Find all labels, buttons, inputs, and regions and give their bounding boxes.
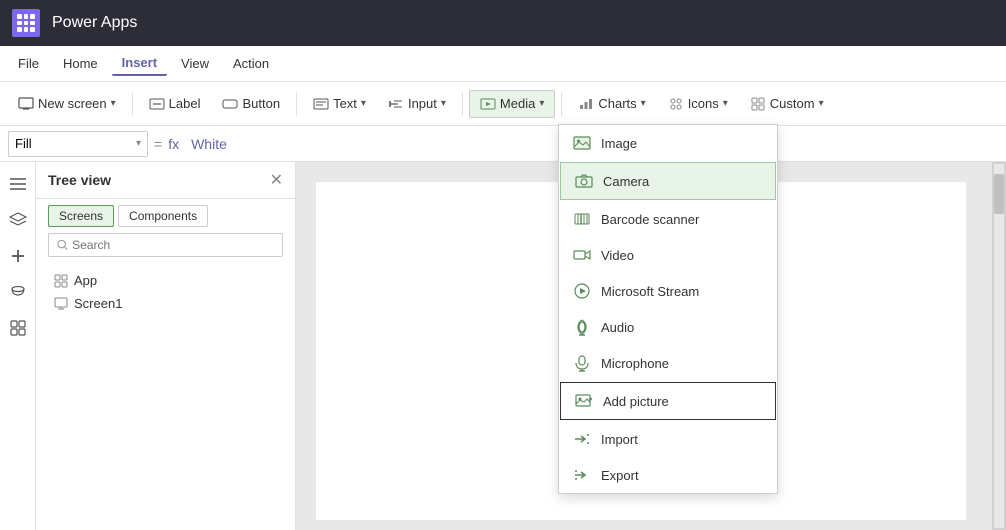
dropdown-item-barcode[interactable]: Barcode scanner [559, 201, 777, 237]
custom-button[interactable]: Custom ▾ [740, 91, 834, 117]
add-icon[interactable] [4, 242, 32, 270]
tree-close-button[interactable]: ✕ [270, 170, 283, 190]
media-chevron: ▾ [539, 98, 544, 109]
dropdown-item-export[interactable]: Export [559, 457, 777, 493]
dropdown-item-camera[interactable]: Camera [560, 162, 776, 200]
main-area: Tree view ✕ Screens Components App [0, 162, 1006, 530]
formula-bar: Fill ▾ = fx White [0, 126, 1006, 162]
separator-4 [561, 92, 562, 116]
custom-icon [750, 96, 766, 112]
barcode-icon [573, 210, 591, 228]
button-button[interactable]: Button [212, 91, 290, 117]
menu-view[interactable]: View [171, 52, 219, 75]
left-sidebar [0, 162, 36, 530]
dropdown-item-import[interactable]: Import [559, 421, 777, 457]
property-dropdown[interactable]: Fill ▾ [8, 131, 148, 157]
charts-icon [578, 96, 594, 112]
import-icon [573, 430, 591, 448]
app-icon [54, 274, 68, 288]
dropdown-item-add-picture[interactable]: Add picture [560, 382, 776, 420]
new-screen-button[interactable]: New screen ▾ [8, 91, 126, 117]
tree-header: Tree view ✕ [36, 162, 295, 199]
hamburger-icon[interactable] [4, 170, 32, 198]
property-chevron: ▾ [136, 138, 141, 149]
audio-icon [573, 318, 591, 336]
icons-icon [668, 96, 684, 112]
media-icon [480, 96, 496, 112]
tree-panel: Tree view ✕ Screens Components App [36, 162, 296, 530]
tree-item-screen1[interactable]: Screen1 [48, 292, 283, 315]
separator-3 [462, 92, 463, 116]
microphone-icon [573, 354, 591, 372]
image-icon [573, 134, 591, 152]
dropdown-item-stream[interactable]: Microsoft Stream [559, 273, 777, 309]
formula-value[interactable]: White [191, 136, 227, 152]
screen-icon [54, 297, 68, 311]
add-picture-icon [575, 392, 593, 410]
text-icon [313, 96, 329, 112]
tab-components[interactable]: Components [118, 205, 208, 227]
menu-home[interactable]: Home [53, 52, 108, 75]
icons-button[interactable]: Icons ▾ [658, 91, 738, 117]
text-chevron: ▾ [361, 98, 366, 109]
menu-action[interactable]: Action [223, 52, 279, 75]
search-input[interactable] [72, 238, 274, 252]
equals-sign: = [154, 136, 162, 152]
toolbar: New screen ▾ Label Button Text ▾ [0, 82, 1006, 126]
label-icon [149, 96, 165, 112]
menu-insert[interactable]: Insert [112, 51, 167, 76]
tree-items: App Screen1 [36, 265, 295, 319]
dropdown-item-video[interactable]: Video [559, 237, 777, 273]
export-icon [573, 466, 591, 484]
input-button[interactable]: Input ▾ [378, 91, 456, 117]
input-icon [388, 96, 404, 112]
title-bar: Power Apps [0, 0, 1006, 46]
camera-icon [575, 172, 593, 190]
dropdown-item-audio[interactable]: Audio [559, 309, 777, 345]
charts-button[interactable]: Charts ▾ [568, 91, 655, 117]
video-icon [573, 246, 591, 264]
dropdown-item-microphone[interactable]: Microphone [559, 345, 777, 381]
input-chevron: ▾ [441, 98, 446, 109]
media-button[interactable]: Media ▾ [469, 90, 555, 118]
new-screen-chevron: ▾ [111, 98, 116, 109]
media-dropdown: Image Camera [558, 124, 778, 494]
separator-1 [132, 92, 133, 116]
app-title: Power Apps [52, 14, 137, 32]
data-icon[interactable] [4, 278, 32, 306]
tree-item-app[interactable]: App [48, 269, 283, 292]
menu-bar: File Home Insert View Action [0, 46, 1006, 82]
dropdown-item-image[interactable]: Image [559, 125, 777, 161]
components-icon[interactable] [4, 314, 32, 342]
new-screen-icon [18, 96, 34, 112]
custom-chevron: ▾ [819, 98, 824, 109]
icons-chevron: ▾ [723, 98, 728, 109]
text-button[interactable]: Text ▾ [303, 91, 376, 117]
waffle-icon[interactable] [12, 9, 40, 37]
tree-tabs: Screens Components [36, 199, 295, 233]
scrollbar-thumb[interactable] [994, 174, 1004, 214]
layers-icon[interactable] [4, 206, 32, 234]
label-button[interactable]: Label [139, 91, 211, 117]
right-scrollbar[interactable] [992, 162, 1006, 530]
button-icon [222, 96, 238, 112]
fx-button[interactable]: fx [168, 136, 179, 152]
tree-search-container [48, 233, 283, 257]
tab-screens[interactable]: Screens [48, 205, 114, 227]
tree-title: Tree view [48, 172, 111, 188]
charts-chevron: ▾ [641, 98, 646, 109]
search-icon [57, 239, 68, 251]
menu-file[interactable]: File [8, 52, 49, 75]
separator-2 [296, 92, 297, 116]
stream-icon [573, 282, 591, 300]
scrollbar-track[interactable] [994, 164, 1004, 528]
